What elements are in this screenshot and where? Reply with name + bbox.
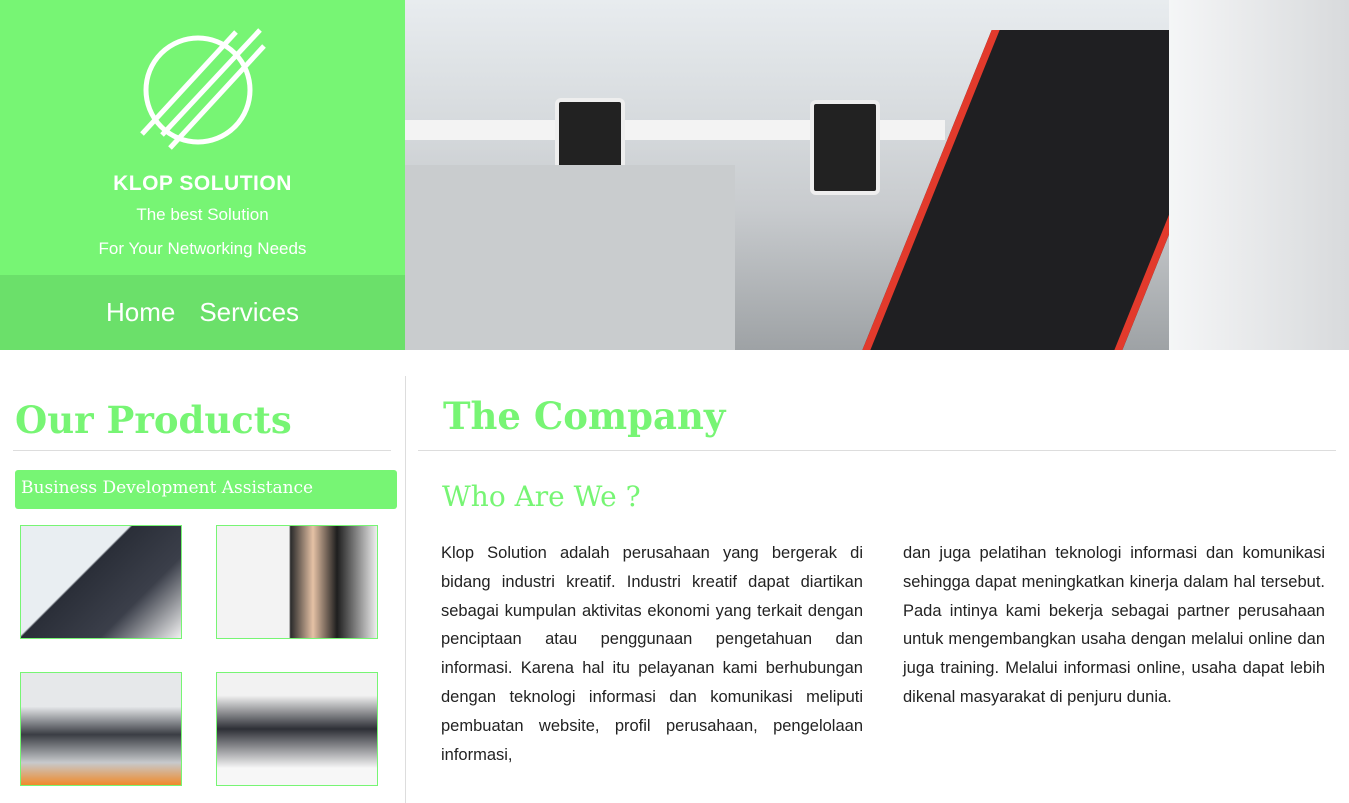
product-image[interactable] bbox=[216, 525, 378, 639]
divider bbox=[13, 450, 391, 451]
product-image[interactable] bbox=[20, 672, 182, 786]
nav-services[interactable]: Services bbox=[199, 297, 299, 328]
products-title: Our Products bbox=[15, 398, 292, 442]
column-divider bbox=[405, 376, 406, 803]
logo-icon bbox=[140, 28, 266, 150]
divider bbox=[418, 450, 1336, 451]
tagline: The best Solution bbox=[136, 205, 269, 224]
section-subtitle: Who Are We ? bbox=[442, 480, 641, 513]
company-title: The Company bbox=[443, 394, 726, 438]
brand-name: KLOP SOLUTION bbox=[113, 172, 292, 195]
brand-panel: KLOP SOLUTION The best Solution For Your… bbox=[0, 0, 405, 350]
product-image[interactable] bbox=[216, 672, 378, 786]
company-text-col1: Klop Solution adalah perusahaan yang ber… bbox=[441, 544, 863, 764]
product-image[interactable] bbox=[20, 525, 182, 639]
tagline-secondary: For Your Networking Needs bbox=[98, 239, 307, 258]
main-nav: Home Services bbox=[0, 275, 405, 350]
hero-office-image bbox=[405, 0, 1349, 350]
company-text-col2: dan juga pelatihan teknologi informasi d… bbox=[903, 544, 1325, 706]
product-category[interactable]: Business Development Assistance bbox=[15, 470, 397, 509]
nav-home[interactable]: Home bbox=[106, 297, 175, 328]
